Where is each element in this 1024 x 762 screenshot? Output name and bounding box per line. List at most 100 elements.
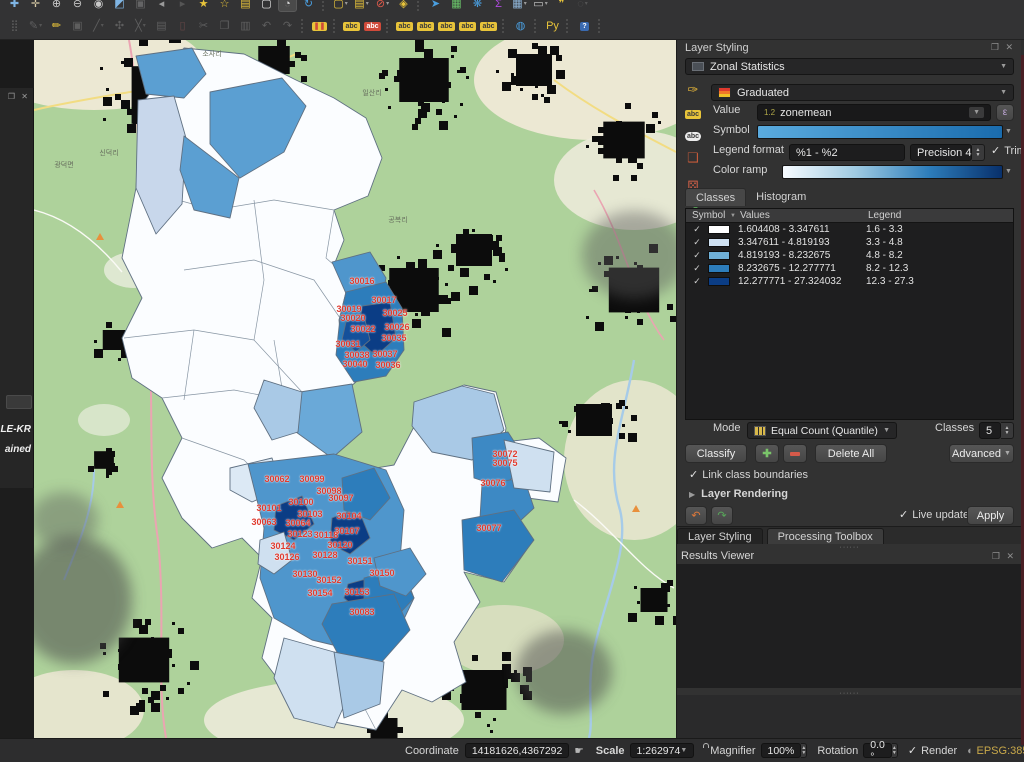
save-edits-icon[interactable]: ▣	[68, 18, 87, 34]
class-color-swatch[interactable]	[708, 251, 730, 260]
apply-button[interactable]: Apply	[967, 506, 1014, 525]
tab-classes[interactable]: Classes	[685, 188, 746, 206]
delete-all-button[interactable]: Delete All	[815, 444, 887, 463]
show-sum-icon[interactable]: Σ	[489, 0, 508, 12]
value-field-combo[interactable]: 1.2 zonemean ▼	[757, 104, 991, 121]
render-checkbox[interactable]: ✓	[908, 744, 921, 757]
statistical-summary-icon[interactable]: ▦	[447, 0, 466, 12]
processing-toolbox-icon[interactable]: ❋	[468, 0, 487, 12]
class-row[interactable]: ✓1.604408 - 3.3476111.6 - 3.3	[686, 223, 1013, 236]
undo-style-button[interactable]: ↶	[685, 506, 707, 525]
measure-icon[interactable]: ▭▾	[531, 0, 550, 12]
scale-combo[interactable]: 1:262974▼	[630, 743, 695, 758]
python-console-icon[interactable]: Py	[543, 18, 562, 34]
rotation-input[interactable]: 0.0 °	[863, 743, 892, 758]
legend-format-input[interactable]: %1 - %2	[789, 144, 905, 161]
trim-checkbox[interactable]: ✓Trim	[991, 144, 1024, 157]
layer-selector-combo[interactable]: Zonal Statistics ▼	[685, 58, 1014, 75]
zoom-last-icon[interactable]: ◂	[152, 0, 171, 12]
current-edits-icon[interactable]: ✎▾	[26, 18, 45, 34]
diagram-options-icon[interactable]: ❚❚	[310, 18, 329, 34]
map-svg[interactable]	[34, 40, 676, 738]
undo-icon[interactable]: ↶	[257, 18, 276, 34]
layer-diagram-options-icon[interactable]: abc	[363, 18, 382, 34]
mouse-position-icon[interactable]: ☛	[574, 745, 583, 757]
renderer-combo[interactable]: Graduated ▼	[711, 84, 1014, 101]
symbology-tab-icon[interactable]: ✑	[682, 82, 704, 98]
new-spatial-bookmark-icon[interactable]: ★	[194, 0, 213, 12]
chevron-down-icon[interactable]: ▼	[1005, 128, 1012, 135]
delete-selected-icon[interactable]: ▯	[173, 18, 192, 34]
pan-map-icon[interactable]: ✛	[26, 0, 45, 12]
classes-table-header[interactable]: Symbol ▼ Values Legend	[686, 209, 1013, 223]
modify-attributes-icon[interactable]: ▤	[152, 18, 171, 34]
zoom-to-layer-icon[interactable]: ▣	[131, 0, 150, 12]
magnifier-input[interactable]: 100%	[761, 743, 802, 758]
left-dock-collapsed-control[interactable]	[6, 395, 32, 409]
classes-count-input[interactable]: 5	[979, 422, 1001, 439]
digitize-with-segment-icon[interactable]: ╱▾	[89, 18, 108, 34]
select-by-value-icon[interactable]: ▤▾	[352, 0, 371, 12]
class-color-swatch[interactable]	[708, 277, 730, 286]
vertex-tool-icon[interactable]: ╳▾	[131, 18, 150, 34]
link-boundaries-checkbox[interactable]: ✓Link class boundaries	[689, 468, 808, 481]
classes-count-spinner[interactable]: ▲▼	[1001, 422, 1014, 439]
panel-window-icons[interactable]: ❐ ✕	[991, 42, 1015, 53]
class-color-swatch[interactable]	[708, 238, 730, 247]
mode-combo[interactable]: Equal Count (Quantile) ▼	[747, 422, 897, 439]
precision-spinner[interactable]: ▲▼	[972, 144, 985, 161]
classify-button[interactable]: Classify	[685, 444, 747, 463]
bottom-tab-processing-toolbox[interactable]: Processing Toolbox	[767, 528, 884, 544]
map-tips-icon[interactable]: ❞	[552, 0, 571, 12]
coordinate-input[interactable]: 14181626,4367292	[465, 743, 570, 758]
magnifier-spinner[interactable]: ▲▼	[801, 743, 807, 758]
help-icon[interactable]: ?	[575, 18, 594, 34]
highlight-pinned-labels-icon[interactable]: abc	[395, 18, 414, 34]
zoom-native-icon[interactable]: ◉	[89, 0, 108, 12]
zoom-in-icon[interactable]: ⊕	[47, 0, 66, 12]
cut-features-icon[interactable]: ✂	[194, 18, 213, 34]
deselect-features-icon[interactable]: ⊘▾	[373, 0, 392, 12]
class-visibility-check[interactable]: ✓	[686, 237, 708, 248]
chevron-down-icon[interactable]: ▼	[1005, 168, 1012, 175]
change-label-icon[interactable]: abc	[479, 18, 498, 34]
class-color-swatch[interactable]	[708, 225, 730, 234]
crs-indicator[interactable]: EPSG:3857	[977, 745, 1024, 757]
zoom-full-icon[interactable]: ✚	[5, 0, 24, 12]
bookmark-manager-icon[interactable]: ▤	[236, 0, 255, 12]
zoom-to-selection-icon[interactable]: ◩	[110, 0, 129, 12]
layer-rendering-section[interactable]: ▶ Layer Rendering	[689, 488, 788, 500]
zoom-next-icon[interactable]: ▸	[173, 0, 192, 12]
layer-labeling-options-icon[interactable]: abc	[342, 18, 361, 34]
add-class-button[interactable]: ✚	[755, 444, 779, 463]
advanced-button[interactable]: Advanced ▼	[949, 444, 1014, 463]
class-visibility-check[interactable]: ✓	[686, 224, 708, 235]
identify-features-icon[interactable]: ➤	[426, 0, 445, 12]
rotate-label-icon[interactable]: abc	[458, 18, 477, 34]
precision-input[interactable]: Precision 4	[910, 144, 972, 161]
class-row[interactable]: ✓8.232675 - 12.2777718.2 - 12.3	[686, 262, 1013, 275]
class-visibility-check[interactable]: ✓	[686, 276, 708, 287]
view-3d-tab-icon[interactable]: ❑	[682, 150, 704, 166]
class-row[interactable]: ✓3.347611 - 4.8191933.3 - 4.8	[686, 236, 1013, 249]
map-canvas[interactable]: 소사리광덕면신덕리일산리공복리 300163001730019300203002…	[34, 40, 676, 738]
left-dock-window-icons[interactable]: ❐ ✕	[8, 92, 30, 101]
copy-features-icon[interactable]: ❐	[215, 18, 234, 34]
search-locator-icon[interactable]: ◌▾	[573, 0, 592, 12]
show-bookmarks-icon[interactable]: ☆	[215, 0, 234, 12]
paste-features-icon[interactable]: ▥	[236, 18, 255, 34]
class-visibility-check[interactable]: ✓	[686, 263, 708, 274]
class-visibility-check[interactable]: ✓	[686, 250, 708, 261]
masks-tab-icon[interactable]: abc	[682, 126, 704, 141]
pin-unpin-labels-icon[interactable]: abc	[416, 18, 435, 34]
color-ramp-preview[interactable]	[782, 165, 1003, 179]
class-row[interactable]: ✓12.277771 - 27.32403212.3 - 27.3	[686, 275, 1013, 288]
results-viewer-window-icons[interactable]: ❐ ✕	[992, 551, 1016, 562]
class-color-swatch[interactable]	[708, 264, 730, 273]
labels-tab-icon[interactable]: abc	[682, 104, 704, 119]
panel-grip-icon[interactable]: ⣿	[5, 18, 24, 34]
live-update-checkbox[interactable]: ✓Live update	[899, 508, 969, 521]
attribute-table-icon[interactable]: ▦▾	[510, 0, 529, 12]
rotation-spinner[interactable]: ▲▼	[892, 743, 898, 758]
temporal-controller-icon[interactable]: ◔	[278, 0, 297, 12]
